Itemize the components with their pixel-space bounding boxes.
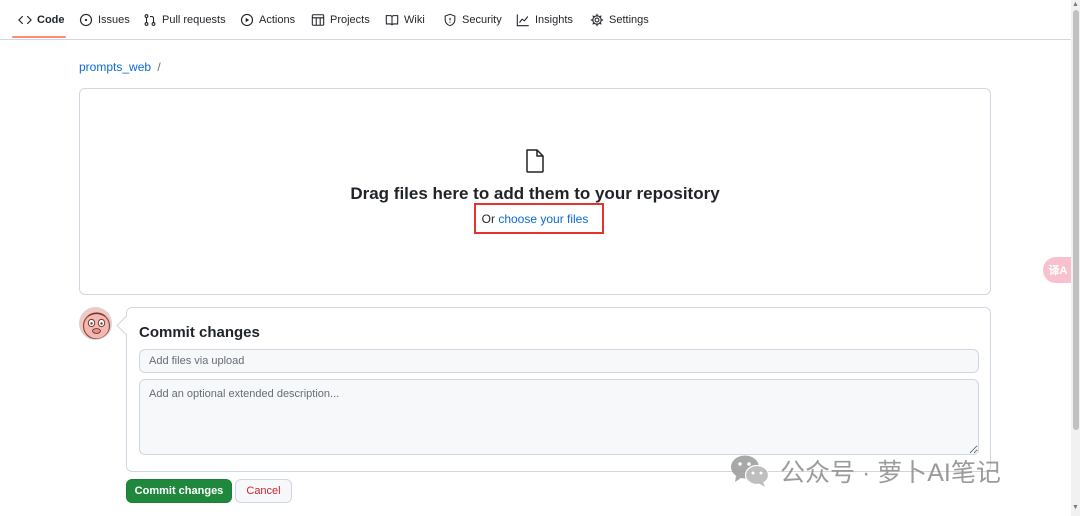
file-icon — [525, 149, 545, 173]
tab-settings-label: Settings — [609, 14, 649, 26]
scrollbar-thumb[interactable] — [1073, 10, 1079, 430]
repo-nav: Code Issues Pull requests Actions Projec… — [0, 0, 1071, 40]
play-icon — [240, 13, 254, 27]
issue-icon — [79, 13, 93, 27]
tab-code-label: Code — [37, 14, 65, 26]
tab-actions-label: Actions — [259, 14, 296, 26]
commit-summary-input[interactable] — [139, 349, 979, 373]
commit-form: Commit changes — [126, 307, 991, 472]
wechat-icon — [730, 454, 770, 488]
breadcrumb-separator: / — [157, 60, 161, 74]
commit-title: Commit changes — [139, 324, 260, 341]
choose-files-link[interactable]: choose your files — [498, 212, 588, 226]
code-icon — [18, 13, 32, 27]
tab-actions[interactable]: Actions — [240, 0, 295, 40]
commit-description-textarea[interactable] — [139, 379, 979, 455]
breadcrumb: prompts_web / — [79, 60, 161, 74]
avatar — [79, 307, 112, 340]
watermark-text: 公众号 · 萝卜AI笔记 — [780, 459, 1001, 487]
tab-issues-label: Issues — [98, 14, 130, 26]
tab-security-label: Security — [462, 14, 502, 26]
table-icon — [311, 13, 325, 27]
tab-projects[interactable]: Projects — [311, 0, 370, 40]
tab-projects-label: Projects — [330, 14, 370, 26]
tab-settings[interactable]: Settings — [590, 0, 649, 40]
pull-request-icon — [143, 13, 157, 27]
translate-button[interactable]: 译A — [1043, 257, 1073, 283]
commit-changes-button[interactable]: Commit changes — [126, 479, 232, 503]
tab-security[interactable]: Security — [443, 0, 502, 40]
tab-issues[interactable]: Issues — [79, 0, 130, 40]
choose-files-line: Or choose your files — [80, 212, 990, 226]
gear-icon — [590, 13, 604, 27]
shield-icon — [443, 13, 457, 27]
choose-files-prefix: Or — [481, 212, 495, 226]
scroll-up-icon[interactable]: ▲ — [1072, 1, 1079, 8]
tab-wiki[interactable]: Wiki — [385, 0, 425, 40]
tab-wiki-label: Wiki — [404, 14, 425, 26]
file-dropzone[interactable]: Drag files here to add them to your repo… — [79, 88, 991, 295]
tab-code[interactable]: Code — [18, 0, 65, 40]
breadcrumb-repo-link[interactable]: prompts_web — [79, 60, 151, 74]
tab-pull-requests[interactable]: Pull requests — [143, 0, 226, 40]
book-icon — [385, 13, 399, 27]
scroll-down-icon[interactable]: ▼ — [1072, 504, 1079, 511]
tab-pull-requests-label: Pull requests — [162, 14, 226, 26]
dropzone-title: Drag files here to add them to your repo… — [350, 184, 720, 203]
graph-icon — [516, 13, 530, 27]
tab-insights[interactable]: Insights — [516, 0, 573, 40]
watermark: 公众号 · 萝卜AI笔记 — [730, 453, 1001, 489]
tab-insights-label: Insights — [535, 14, 573, 26]
cancel-button[interactable]: Cancel — [235, 479, 292, 503]
active-tab-indicator — [12, 36, 66, 38]
